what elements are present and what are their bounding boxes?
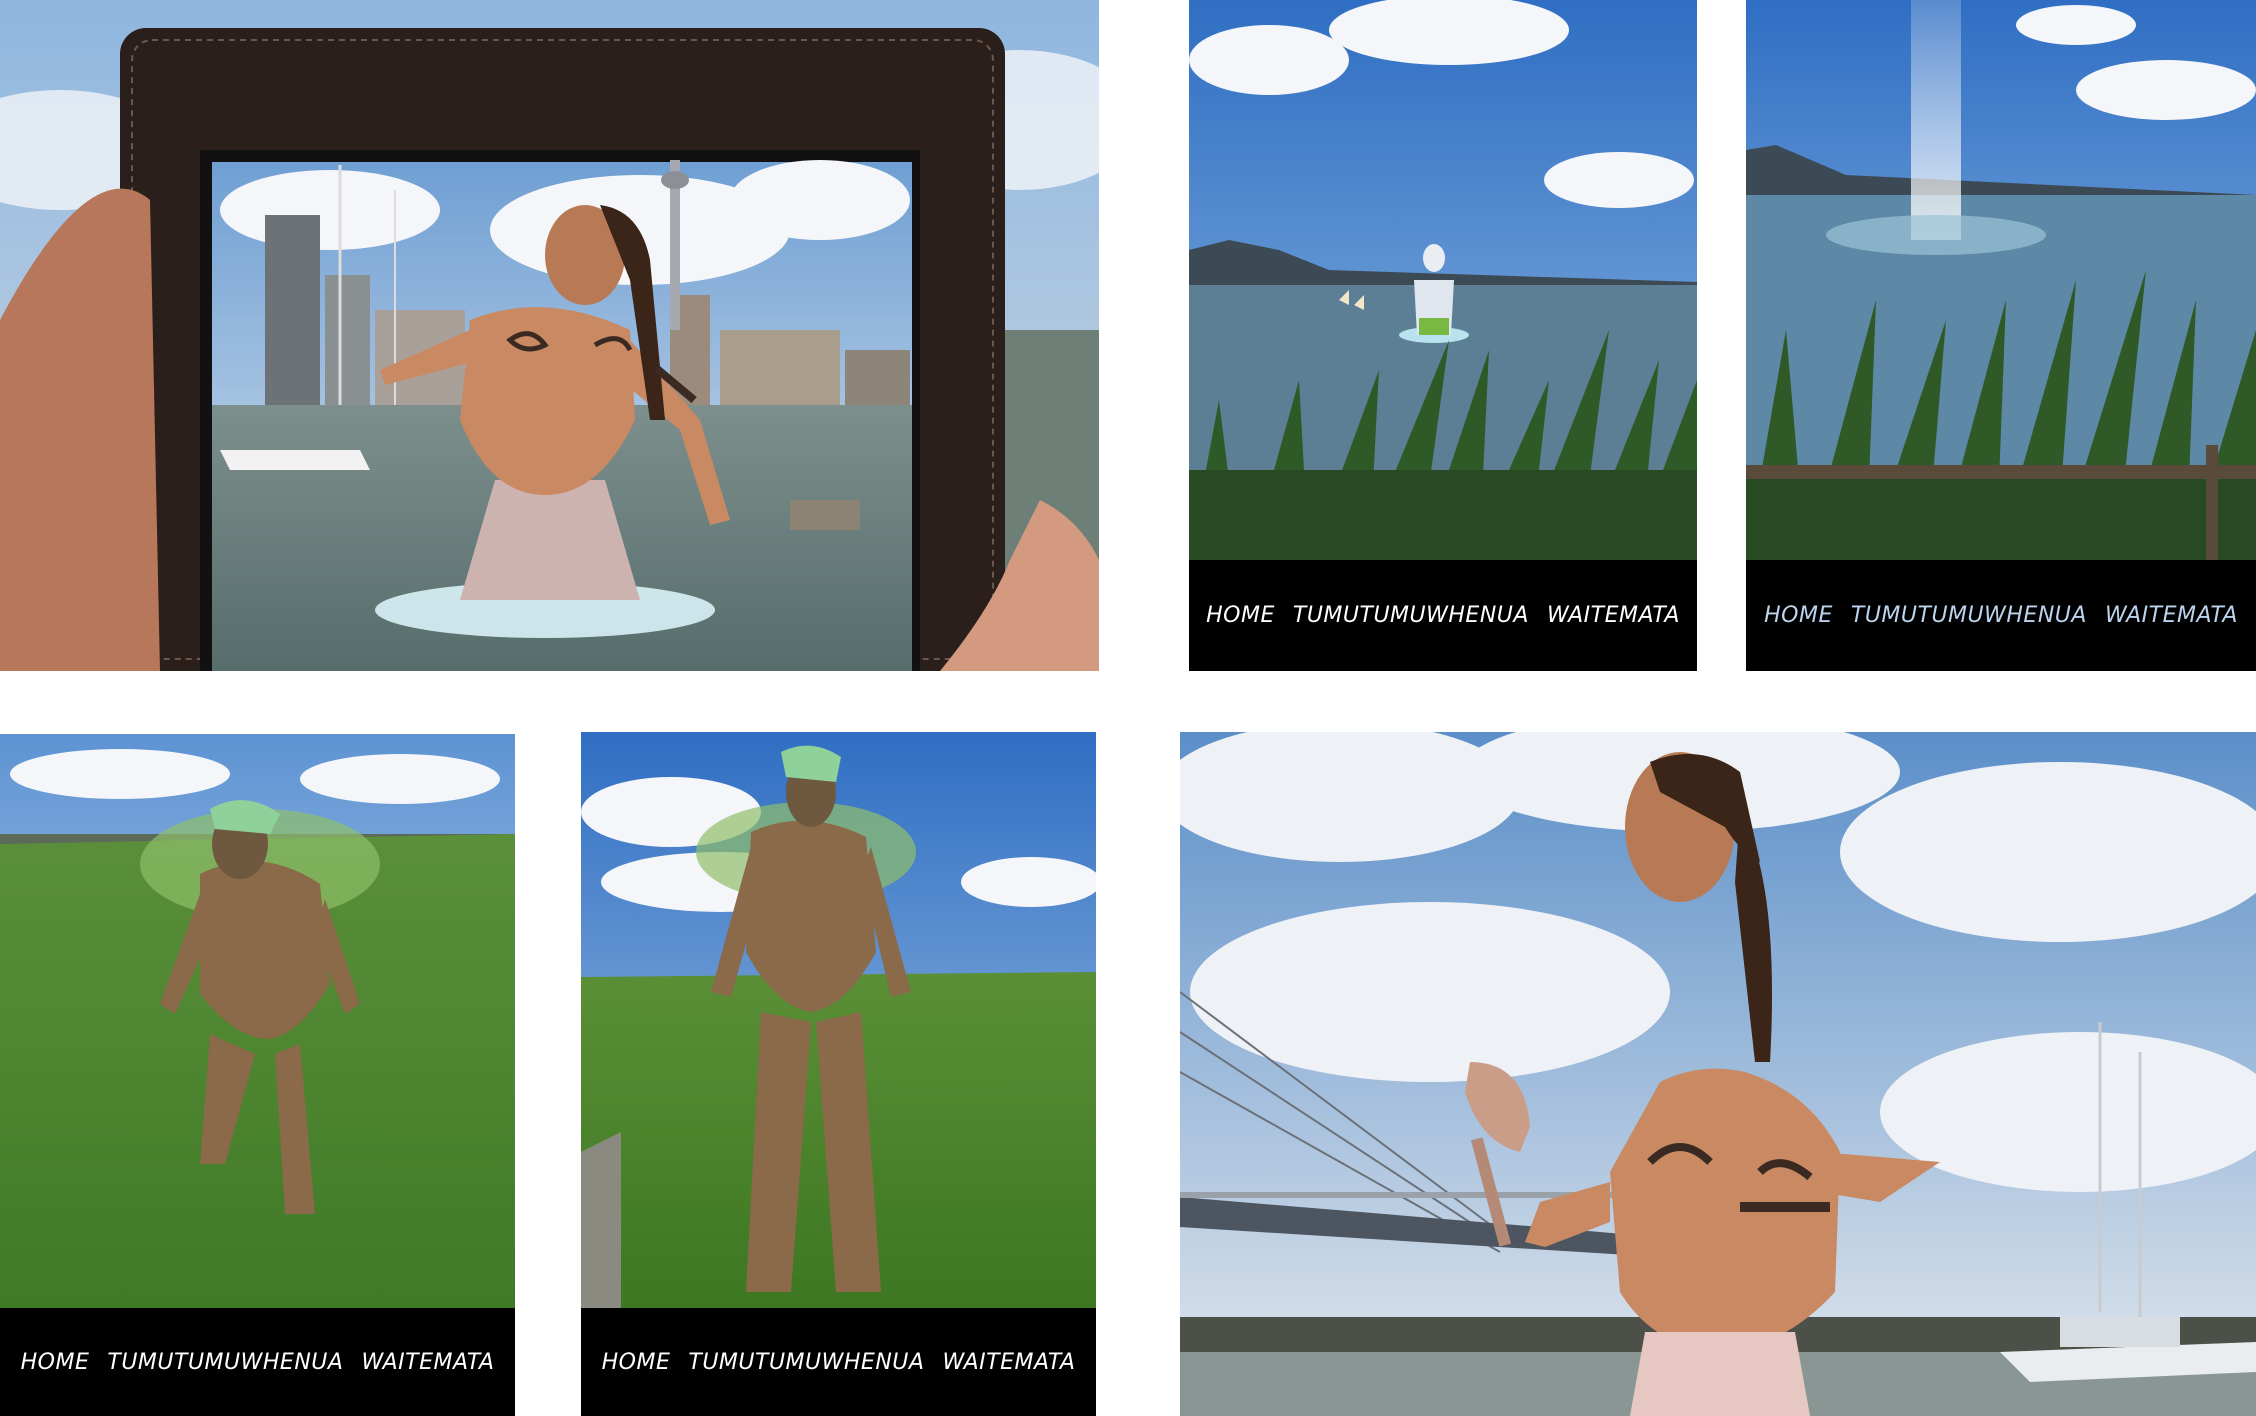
waterspout [1911, 0, 1961, 240]
tree-figure-stand-scene [581, 732, 1096, 1308]
app-screen-tree-figure-crouch: HOME TUMUTUMUWHENUA WAITEMATA [0, 734, 515, 1416]
app-screen-waterspout: HOME TUMUTUMUWHENUA WAITEMATA [1746, 0, 2256, 671]
nav-waitemata[interactable]: WAITEMATA [942, 1350, 1075, 1375]
nav-waitemata[interactable]: WAITEMATA [361, 1350, 494, 1375]
app-navbar: HOME TUMUTUMUWHENUA WAITEMATA [581, 1308, 1096, 1416]
tree-figure-crouch-scene [0, 734, 515, 1308]
app-navbar: HOME TUMUTUMUWHENUA WAITEMATA [1189, 560, 1697, 671]
nav-home[interactable]: HOME [602, 1350, 671, 1375]
app-screen-tree-figure-stand: HOME TUMUTUMUWHENUA WAITEMATA [581, 732, 1096, 1416]
app-screen-sea-warrior: HOME TUMUTUMUWHENUA WAITEMATA [1189, 0, 1697, 671]
nav-home[interactable]: HOME [21, 1350, 90, 1375]
nav-tumutumuwhenua[interactable]: TUMUTUMUWHENUA [1293, 603, 1529, 628]
app-navbar: HOME TUMUTUMUWHENUA WAITEMATA [1746, 560, 2256, 671]
sea-warrior-scene [1189, 0, 1697, 560]
nav-tumutumuwhenua[interactable]: TUMUTUMUWHENUA [688, 1350, 924, 1375]
app-navbar: HOME TUMUTUMUWHENUA WAITEMATA [0, 1308, 515, 1416]
warrior-bridge-photo [1180, 732, 2256, 1416]
tablet-scene [0, 0, 1099, 671]
tablet-screen [212, 160, 912, 671]
nav-home[interactable]: HOME [1764, 603, 1833, 628]
nav-home[interactable]: HOME [1206, 603, 1275, 628]
wooden-fence [1746, 465, 2256, 479]
tablet-photo-panel [0, 0, 1099, 671]
waterspout-scene [1746, 0, 2256, 560]
nav-tumutumuwhenua[interactable]: TUMUTUMUWHENUA [107, 1350, 343, 1375]
nav-tumutumuwhenua[interactable]: TUMUTUMUWHENUA [1851, 603, 2087, 628]
warrior-bridge-scene [1180, 732, 2256, 1416]
nav-waitemata[interactable]: WAITEMATA [2105, 603, 2238, 628]
nav-waitemata[interactable]: WAITEMATA [1547, 603, 1680, 628]
